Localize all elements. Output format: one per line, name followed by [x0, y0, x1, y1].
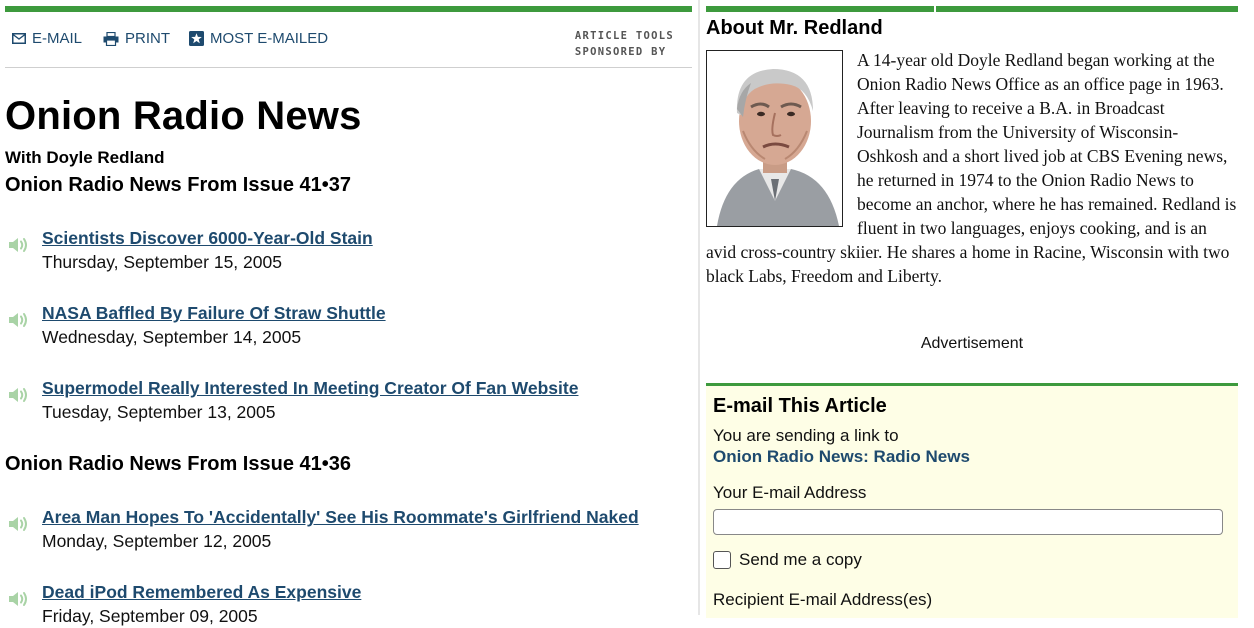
speaker-audio-icon[interactable]	[7, 589, 33, 609]
email-article-form: E-mail This Article You are sending a li…	[706, 383, 1238, 618]
story-link[interactable]: Area Man Hopes To 'Accidentally' See His…	[42, 507, 639, 528]
advertisement-label: Advertisement	[920, 335, 1024, 352]
about-section: A 14-year old Doyle Redland began workin…	[706, 48, 1238, 288]
speaker-audio-icon[interactable]	[7, 235, 33, 255]
sidebar-accent-bar-left	[706, 6, 934, 12]
print-tool-button[interactable]: PRINT	[103, 30, 170, 47]
article-column: E-MAIL PRINT MOST E-MAILED ARTICLE TOOLS…	[5, 0, 692, 626]
sidebar-column: About Mr. Redland A 14-year old Doyle Re…	[706, 0, 1238, 618]
your-email-label: Your E-mail Address	[713, 483, 867, 502]
issue-heading: Onion Radio News From Issue 41•37	[5, 174, 351, 196]
speaker-audio-icon[interactable]	[7, 385, 33, 405]
issue-heading: Onion Radio News From Issue 41•36	[5, 453, 351, 475]
story-link[interactable]: Supermodel Really Interested In Meeting …	[42, 378, 578, 399]
page-title: Onion Radio News	[5, 94, 362, 138]
about-title: About Mr. Redland	[706, 17, 883, 39]
sponsor-notice: ARTICLE TOOLS SPONSORED BY	[575, 28, 674, 60]
story-link[interactable]: Scientists Discover 6000-Year-Old Stain	[42, 228, 373, 249]
story-date: Tuesday, September 13, 2005	[42, 402, 276, 422]
email-tool-button[interactable]: E-MAIL	[12, 30, 82, 47]
story-link[interactable]: Dead iPod Remembered As Expensive	[42, 582, 361, 603]
email-form-title: E-mail This Article	[713, 395, 887, 417]
sponsor-line-2: SPONSORED BY	[574, 46, 667, 58]
story-item: NASA Baffled By Failure Of Straw Shuttle…	[5, 303, 692, 349]
most-emailed-tool-button[interactable]: MOST E-MAILED	[189, 30, 328, 47]
email-sending-text: You are sending a link to	[713, 426, 899, 445]
speaker-audio-icon[interactable]	[7, 310, 33, 330]
star-icon	[189, 31, 204, 46]
story-item: Dead iPod Remembered As Expensive Friday…	[5, 582, 692, 628]
tools-divider	[5, 67, 692, 68]
send-copy-label: Send me a copy	[739, 550, 862, 569]
top-accent-bar	[5, 6, 692, 12]
send-copy-option: Send me a copy	[713, 550, 862, 570]
your-email-field[interactable]	[713, 509, 1223, 535]
story-date: Wednesday, September 14, 2005	[42, 327, 302, 347]
speaker-audio-icon[interactable]	[7, 514, 33, 534]
doyle-redland-portrait	[706, 50, 843, 227]
sidebar-accent-bar-right	[936, 6, 1238, 12]
recipient-email-label: Recipient E-mail Address(es)	[713, 590, 933, 609]
send-copy-checkbox[interactable]	[713, 551, 731, 569]
story-date: Thursday, September 15, 2005	[42, 252, 282, 272]
story-item: Scientists Discover 6000-Year-Old Stain …	[5, 228, 692, 274]
envelope-icon	[12, 33, 26, 44]
printer-icon	[103, 31, 119, 46]
story-date: Monday, September 12, 2005	[42, 531, 272, 551]
print-tool-label: PRINT	[125, 30, 170, 47]
sponsor-line-1: ARTICLE TOOLS	[574, 30, 674, 42]
story-date: Friday, September 09, 2005	[42, 606, 258, 626]
story-item: Area Man Hopes To 'Accidentally' See His…	[5, 507, 692, 553]
article-tools-bar: E-MAIL PRINT MOST E-MAILED ARTICLE TOOLS…	[5, 28, 692, 58]
email-article-name: Onion Radio News: Radio News	[713, 447, 970, 466]
email-tool-label: E-MAIL	[32, 30, 83, 47]
column-divider	[698, 0, 700, 615]
story-item: Supermodel Really Interested In Meeting …	[5, 378, 692, 424]
most-emailed-tool-label: MOST E-MAILED	[210, 30, 329, 47]
byline: With Doyle Redland	[5, 148, 165, 167]
story-link[interactable]: NASA Baffled By Failure Of Straw Shuttle	[42, 303, 386, 324]
